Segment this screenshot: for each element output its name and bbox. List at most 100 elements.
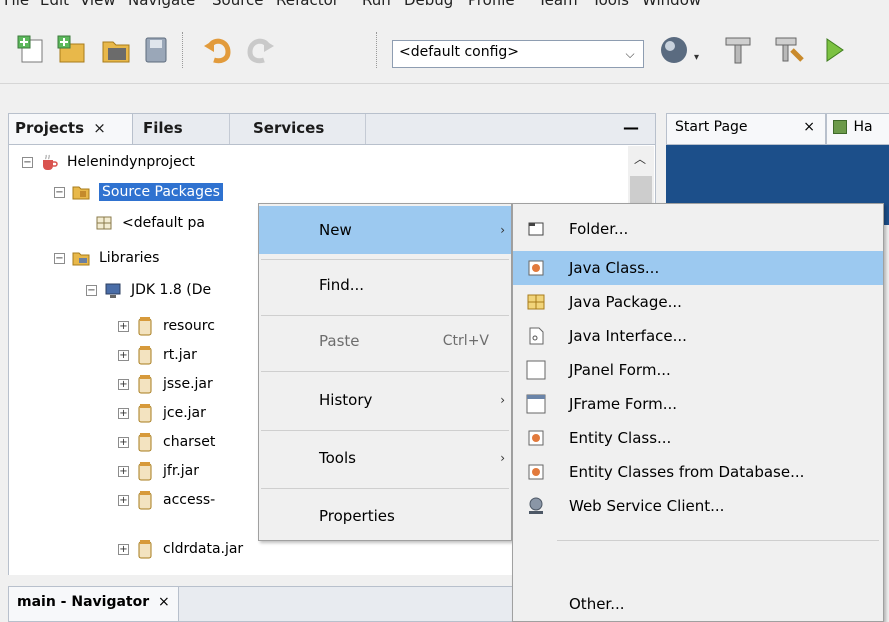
- submenu-folder[interactable]: Folder...: [513, 212, 883, 246]
- expand-icon[interactable]: +: [118, 436, 129, 448]
- submenu-entity-classes-database[interactable]: Entity Classes from Database...: [513, 455, 883, 489]
- expand-icon[interactable]: +: [118, 349, 129, 361]
- expand-icon[interactable]: +: [118, 465, 129, 477]
- close-icon[interactable]: ×: [803, 119, 815, 135]
- tree-item-source-packages[interactable]: − Source Packages: [54, 180, 223, 204]
- chevron-down-icon[interactable]: ⌵: [617, 41, 643, 67]
- tree-item-label: Source Packages: [99, 183, 223, 201]
- tree-item-jar[interactable]: + cldrdata.jar: [118, 537, 243, 561]
- menu-profile[interactable]: Profile: [468, 0, 515, 9]
- java-package-icon: [525, 291, 547, 313]
- web-service-icon: [525, 495, 547, 517]
- expand-icon[interactable]: +: [118, 320, 129, 332]
- context-menu-paste[interactable]: Paste Ctrl+V: [259, 317, 511, 365]
- tree-item-label: JDK 1.8 (De: [131, 282, 212, 298]
- scroll-up-icon[interactable]: ︿: [634, 150, 646, 167]
- submenu-item-label: Java Interface...: [569, 327, 687, 345]
- menu-edit[interactable]: Edit: [40, 0, 69, 9]
- submenu-java-class[interactable]: Java Class...: [513, 251, 883, 285]
- submenu-item-label: Other...: [569, 595, 625, 613]
- tree-item-jar[interactable]: + access-: [118, 488, 215, 512]
- build-hammer-icon[interactable]: [718, 30, 758, 70]
- context-menu-new[interactable]: New ›: [259, 206, 511, 254]
- submenu-item-label: JPanel Form...: [569, 361, 671, 379]
- tab-services[interactable]: Services: [247, 114, 357, 144]
- submenu-item-label: Java Package...: [569, 293, 682, 311]
- expand-icon[interactable]: +: [118, 543, 129, 555]
- menu-view[interactable]: View: [80, 0, 116, 9]
- menu-window[interactable]: Window: [642, 0, 701, 9]
- open-project-icon[interactable]: [96, 30, 136, 70]
- submenu-item-label: Entity Class...: [569, 429, 672, 447]
- expand-icon[interactable]: +: [118, 378, 129, 390]
- context-menu-history[interactable]: History ›: [259, 376, 511, 424]
- expand-icon[interactable]: +: [118, 494, 129, 506]
- menu-run[interactable]: Run: [362, 0, 391, 9]
- clean-build-icon[interactable]: [770, 30, 810, 70]
- context-menu-find[interactable]: Find...: [259, 261, 511, 309]
- minimize-icon[interactable]: —: [623, 118, 639, 137]
- submenu-java-package[interactable]: Java Package...: [513, 285, 883, 319]
- tree-item-jar[interactable]: + resourc: [118, 314, 215, 338]
- menu-source[interactable]: Source: [212, 0, 264, 9]
- jar-icon: [135, 403, 155, 423]
- close-icon[interactable]: ×: [93, 119, 106, 137]
- tab-projects[interactable]: Projects ×: [9, 114, 133, 144]
- expand-icon[interactable]: +: [118, 407, 129, 419]
- menu-tools[interactable]: Tools: [592, 0, 629, 9]
- new-file-icon[interactable]: [12, 30, 52, 70]
- jar-icon: [135, 316, 155, 336]
- collapse-icon[interactable]: −: [54, 186, 65, 198]
- tab-start-page[interactable]: Start Page ×: [666, 113, 826, 145]
- config-combo[interactable]: <default config> ⌵: [392, 40, 644, 68]
- package-icon: [94, 213, 114, 233]
- tree-item-jar[interactable]: + rt.jar: [118, 343, 197, 367]
- tree-item-project[interactable]: − Helenindynproject: [22, 150, 195, 174]
- tree-item-jar[interactable]: + jfr.jar: [118, 459, 199, 483]
- tab-second[interactable]: Ha: [826, 113, 889, 145]
- submenu-entity-class[interactable]: Entity Class...: [513, 421, 883, 455]
- menu-navigate[interactable]: Navigate: [128, 0, 195, 9]
- tree-item-jar[interactable]: + charset: [118, 430, 215, 454]
- submenu-item-label: Folder...: [569, 220, 629, 238]
- chevron-right-icon: ›: [500, 223, 505, 237]
- tab-start-page-label: Start Page: [675, 119, 748, 135]
- jar-icon: [135, 432, 155, 452]
- context-menu-tools[interactable]: Tools ›: [259, 434, 511, 482]
- redo-icon[interactable]: [240, 30, 280, 70]
- chevron-right-icon: ›: [500, 393, 505, 407]
- jar-icon: [135, 490, 155, 510]
- tab-navigator[interactable]: main - Navigator ×: [9, 587, 179, 621]
- tree-item-jar[interactable]: + jce.jar: [118, 401, 206, 425]
- run-icon[interactable]: [814, 30, 854, 70]
- coffee-cup-icon: [39, 152, 59, 172]
- undo-icon[interactable]: [198, 30, 238, 70]
- globe-dropdown-icon[interactable]: ▾: [694, 52, 699, 63]
- chevron-right-icon: ›: [500, 451, 505, 465]
- globe-icon[interactable]: [654, 30, 694, 70]
- submenu-jpanel-form[interactable]: JPanel Form...: [513, 353, 883, 387]
- save-all-icon[interactable]: [136, 30, 176, 70]
- menu-item-label: Tools: [319, 449, 356, 467]
- menu-team[interactable]: Team: [538, 0, 578, 9]
- submenu-java-interface[interactable]: Java Interface...: [513, 319, 883, 353]
- collapse-icon[interactable]: −: [54, 252, 65, 264]
- tree-item-jdk[interactable]: − JDK 1.8 (De: [86, 278, 211, 302]
- tree-item-default-package[interactable]: <default pa: [94, 211, 205, 235]
- submenu-web-service-client[interactable]: Web Service Client...: [513, 489, 883, 523]
- new-project-icon[interactable]: [52, 30, 92, 70]
- collapse-icon[interactable]: −: [22, 156, 33, 168]
- submenu-other[interactable]: Other...: [513, 587, 883, 621]
- tab-files[interactable]: Files: [137, 114, 221, 144]
- menu-file[interactable]: File: [4, 0, 29, 9]
- menu-refactor[interactable]: Refactor: [276, 0, 339, 9]
- context-menu-properties[interactable]: Properties: [259, 492, 511, 540]
- tree-item-jar[interactable]: + jsse.jar: [118, 372, 213, 396]
- menu-debug[interactable]: Debug: [404, 0, 453, 9]
- close-icon[interactable]: ×: [158, 594, 170, 610]
- submenu-item-label: JFrame Form...: [569, 395, 678, 413]
- collapse-icon[interactable]: −: [86, 284, 97, 296]
- jar-icon: [135, 461, 155, 481]
- submenu-jframe-form[interactable]: JFrame Form...: [513, 387, 883, 421]
- tree-item-libraries[interactable]: − Libraries: [54, 246, 159, 270]
